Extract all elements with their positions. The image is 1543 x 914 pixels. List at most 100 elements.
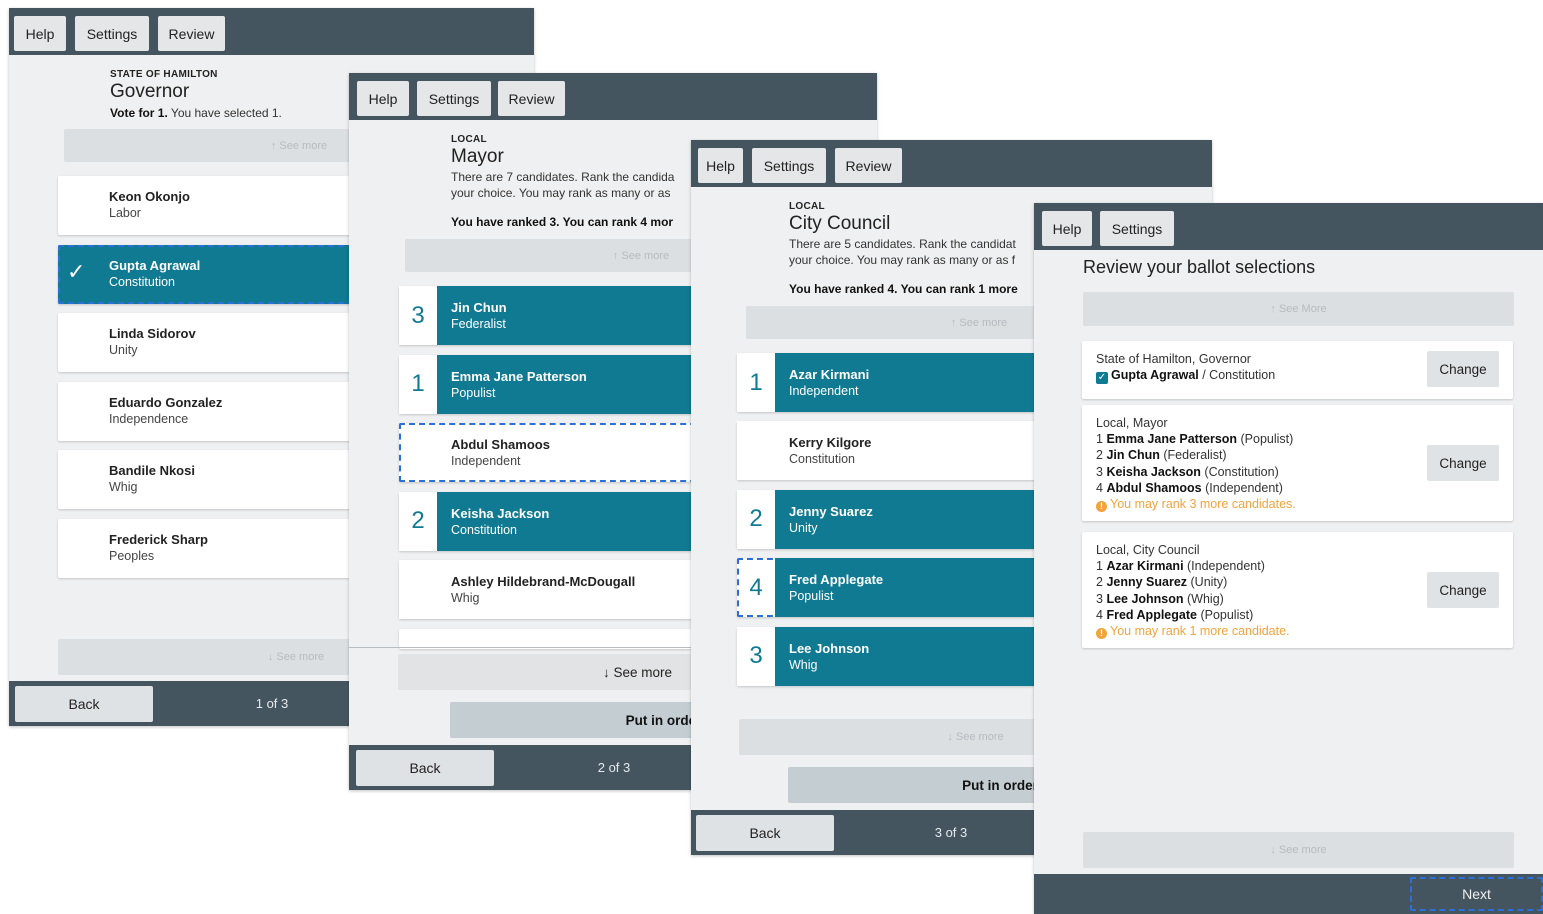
candidate-party: Peoples (109, 549, 155, 563)
contest-heading: State of Hamilton, Governor (1096, 352, 1251, 366)
help-button[interactable]: Help (357, 81, 409, 116)
candidate-party: Independent (789, 384, 859, 398)
change-governor-button[interactable]: Change (1427, 351, 1499, 387)
contest-heading: Local, Mayor (1096, 416, 1168, 430)
ranked-selection-line: 1 Emma Jane Patterson (Populist) (1096, 432, 1294, 446)
ranked-selection-line: 2 Jenny Suarez (Unity) (1096, 575, 1228, 590)
see-more-down-button[interactable]: ↓ See more (1083, 832, 1514, 868)
candidate-party: Whig (109, 480, 138, 495)
ranking-instructions-line1: There are 5 candidates. Rank the candida… (789, 237, 1016, 251)
candidate-name: Keon Okonjo (109, 189, 190, 204)
candidate-party: Constitution (451, 522, 518, 537)
ranking-instructions-line2: your choice. You may rank as many or as (451, 186, 671, 200)
settings-button[interactable]: Settings (1100, 211, 1174, 246)
review-screen: Help Settings Review your ballot selecti… (1034, 203, 1543, 914)
ranked-selection-line: 4 Abdul Shamoos (Independent) (1096, 480, 1283, 495)
ranking-warning: ! You may rank 3 more candidates. (1096, 496, 1296, 513)
contest-title: Governor (110, 81, 190, 102)
ranked-selection-line: 2 Jin Chun (Federalist) (1096, 448, 1227, 463)
candidate-name: Fred Applegate (789, 572, 884, 588)
candidate-party: Whig (451, 591, 480, 606)
page-indicator: 3 of 3 (934, 825, 968, 840)
review-contest-governor: State of Hamilton, Governor ✓ Gupta Agraw… (1082, 341, 1513, 399)
review-button[interactable]: Review (158, 16, 225, 51)
rank-number: 2 (737, 489, 775, 549)
back-button[interactable]: Back (356, 750, 494, 786)
top-toolbar: Help Settings Review (691, 140, 1212, 187)
change-city-council-button[interactable]: Change (1427, 572, 1499, 608)
candidate-party: Unity (789, 520, 818, 535)
ranked-selection-line: 1 Azar Kirmani (Independent) (1096, 559, 1265, 573)
review-contest-city-council: Local, City Council Change 1 Azar Kirman… (1082, 532, 1513, 648)
back-button[interactable]: Back (15, 686, 153, 722)
ranked-status: You have ranked 4. You can rank 1 more (789, 282, 1018, 296)
candidate-party: Labor (109, 206, 141, 220)
help-button[interactable]: Help (1042, 211, 1092, 246)
selection-line: ✓ Gupta Agrawal / Constitution (1096, 368, 1276, 384)
back-button[interactable]: Back (696, 815, 834, 851)
checkbox-checked-icon: ✓ (1096, 372, 1108, 384)
settings-button[interactable]: Settings (752, 148, 826, 183)
page-indicator: 2 of 3 (597, 760, 631, 775)
ranking-instructions-line1: There are 7 candidates. Rank the candida (451, 170, 675, 184)
rank-number: 1 (399, 354, 437, 414)
candidate-name: Jin Chun (451, 300, 507, 315)
contest-jurisdiction: LOCAL (789, 201, 825, 212)
vote-instructions: Vote for 1. You have selected 1. (110, 106, 282, 120)
help-button[interactable]: Help (14, 16, 66, 51)
rank-number (399, 423, 437, 482)
contest-jurisdiction: STATE OF HAMILTON (110, 69, 218, 80)
candidate-party: Populist (789, 589, 834, 604)
change-mayor-button[interactable]: Change (1427, 445, 1499, 481)
next-button[interactable]: Next (1410, 877, 1543, 911)
candidate-party: Independent (451, 454, 521, 469)
candidate-party: Independence (109, 411, 189, 426)
review-title: Review your ballot selections (1083, 257, 1316, 277)
rank-number: 3 (737, 626, 775, 686)
top-toolbar: Help Settings (1034, 203, 1543, 250)
contest-heading: Local, City Council (1096, 543, 1200, 557)
contest-jurisdiction: LOCAL (451, 134, 487, 145)
warning-icon: ! (1096, 628, 1107, 640)
settings-button[interactable]: Settings (417, 81, 491, 116)
see-more-up-button[interactable]: ↑ See More (1083, 292, 1514, 326)
candidate-name: Keisha Jackson (451, 505, 550, 521)
warning-icon: ! (1096, 501, 1107, 513)
candidate-name: Lee Johnson (789, 640, 870, 656)
candidate-party: Unity (109, 343, 138, 358)
ranked-selection-line: 3 Lee Johnson (Whig) (1096, 591, 1224, 606)
ranking-warning: ! You may rank 1 more candidate. (1096, 623, 1290, 640)
checkmark-icon: ✓ (67, 258, 86, 284)
candidate-party: Federalist (451, 317, 506, 331)
review-button[interactable]: Review (835, 148, 902, 183)
candidate-party: Populist (451, 385, 496, 400)
rank-number: 4 (749, 573, 763, 601)
help-button[interactable]: Help (698, 148, 743, 183)
ranked-selection-line: 3 Keisha Jackson (Constitution) (1096, 464, 1279, 479)
page-indicator: 1 of 3 (255, 696, 289, 711)
candidate-party: Constitution (789, 452, 856, 467)
ranked-selection-line: 4 Fred Applegate (Populist) (1096, 607, 1254, 622)
review-button[interactable]: Review (498, 81, 565, 116)
candidate-name: Ashley Hildebrand-McDougall (451, 574, 636, 590)
review-contest-mayor: Local, Mayor Change 1 Emma Jane Patterso… (1082, 405, 1513, 521)
contest-title: City Council (789, 213, 891, 234)
bottom-bar: Next (1034, 874, 1543, 914)
candidate-name: Gupta Agrawal (109, 257, 201, 273)
contest-title: Mayor (451, 146, 504, 167)
candidate-name: Linda Sidorov (109, 326, 196, 342)
candidate-name: Jenny Suarez (789, 503, 873, 519)
candidate-name: Frederick Sharp (109, 532, 208, 547)
candidate-name: Emma Jane Patterson (451, 368, 587, 384)
candidate-party: Whig (789, 657, 818, 672)
top-toolbar: Help Settings Review (9, 8, 534, 55)
rank-number: 3 (399, 286, 437, 345)
rank-number (737, 421, 775, 481)
ranking-instructions-line2: your choice. You may rank as many or as … (789, 253, 1016, 267)
candidate-name: Bandile Nkosi (109, 463, 195, 479)
settings-button[interactable]: Settings (75, 16, 149, 51)
ranked-status: You have ranked 3. You can rank 4 mor (451, 215, 674, 229)
candidate-name: Eduardo Gonzalez (109, 394, 223, 410)
candidate-name: Kerry Kilgore (789, 435, 872, 451)
candidate-name: Azar Kirmani (789, 367, 870, 382)
